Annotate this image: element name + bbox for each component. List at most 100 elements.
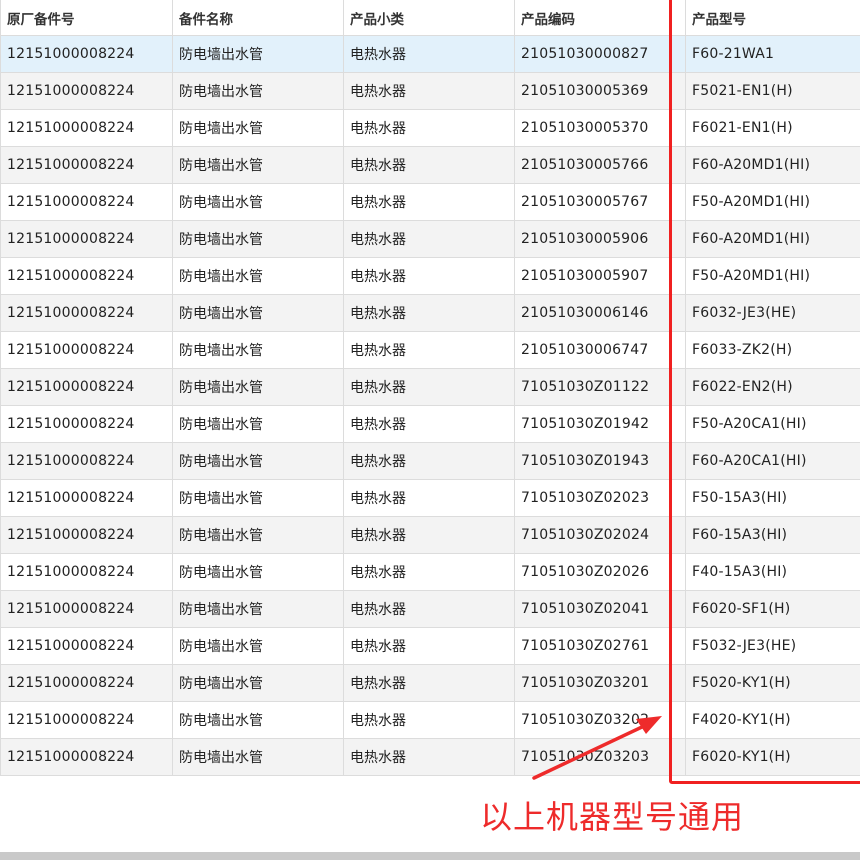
cell-product-code: 21051030005369 (514, 72, 672, 110)
column-gap (671, 183, 686, 221)
table-row[interactable]: 12151000008224 防电墙出水管 电热水器 71051030Z03201 F5… (0, 664, 860, 702)
column-gap (671, 331, 686, 369)
table-row[interactable]: 12151000008224 防电墙出水管 电热水器 71051030Z01943 F6… (0, 442, 860, 480)
column-gap (671, 516, 686, 554)
cell-part-number: 12151000008224 (0, 664, 173, 702)
column-header-part-number[interactable]: 原厂备件号 (0, 0, 173, 36)
cell-product-code: 21051030005766 (514, 146, 672, 184)
cell-product-model: F5020-KY1(H) (685, 664, 860, 702)
column-header-product-model[interactable]: 产品型号 (685, 0, 860, 36)
table-row[interactable]: 12151000008224 防电墙出水管 电热水器 71051030Z03202 F4… (0, 701, 860, 739)
cell-part-name: 防电墙出水管 (172, 331, 344, 369)
annotation-text: 以上机器型号通用 (480, 798, 745, 836)
cell-part-number: 12151000008224 (0, 183, 173, 221)
cell-product-model: F60-A20MD1(HI) (685, 220, 860, 258)
column-header-part-name[interactable]: 备件名称 (172, 0, 344, 36)
cell-product-category: 电热水器 (343, 590, 515, 628)
cell-product-model: F50-A20MD1(HI) (685, 257, 860, 295)
cell-part-number: 12151000008224 (0, 35, 173, 73)
cell-part-number: 12151000008224 (0, 294, 173, 332)
cell-part-name: 防电墙出水管 (172, 183, 344, 221)
table-row[interactable]: 12151000008224 防电墙出水管 电热水器 71051030Z02023 F5… (0, 479, 860, 517)
cell-product-model: F60-21WA1 (685, 35, 860, 73)
column-gap (671, 738, 686, 776)
cell-product-category: 电热水器 (343, 553, 515, 591)
cell-part-number: 12151000008224 (0, 220, 173, 258)
cell-product-code: 71051030Z03202 (514, 701, 672, 739)
column-header-product-category[interactable]: 产品小类 (343, 0, 515, 36)
cell-part-name: 防电墙出水管 (172, 590, 344, 628)
cell-part-number: 12151000008224 (0, 109, 173, 147)
cell-product-category: 电热水器 (343, 479, 515, 517)
cell-product-model: F6020-KY1(H) (685, 738, 860, 776)
table-row[interactable]: 12151000008224 防电墙出水管 电热水器 71051030Z01122 F6… (0, 368, 860, 406)
cell-part-number: 12151000008224 (0, 590, 173, 628)
bottom-scrollbar-track[interactable] (0, 852, 860, 860)
table-row[interactable]: 12151000008224 防电墙出水管 电热水器 71051030Z02026 F4… (0, 553, 860, 591)
table-body: 12151000008224 防电墙出水管 电热水器 21051030000827 F6… (0, 35, 860, 776)
cell-part-number: 12151000008224 (0, 516, 173, 554)
column-gap (671, 294, 686, 332)
cell-part-name: 防电墙出水管 (172, 72, 344, 110)
column-gap (671, 405, 686, 443)
table-row[interactable]: 12151000008224 防电墙出水管 电热水器 71051030Z03203 F6… (0, 738, 860, 776)
cell-part-name: 防电墙出水管 (172, 516, 344, 554)
cell-part-name: 防电墙出水管 (172, 701, 344, 739)
cell-part-number: 12151000008224 (0, 738, 173, 776)
table-row[interactable]: 12151000008224 防电墙出水管 电热水器 21051030006146 F6… (0, 294, 860, 332)
cell-product-category: 电热水器 (343, 405, 515, 443)
cell-product-category: 电热水器 (343, 331, 515, 369)
cell-product-model: F60-A20MD1(HI) (685, 146, 860, 184)
table-row[interactable]: 12151000008224 防电墙出水管 电热水器 71051030Z02041 F6… (0, 590, 860, 628)
table-header-row: 原厂备件号 备件名称 产品小类 产品编码 产品型号 (0, 0, 860, 36)
cell-product-model: F6020-SF1(H) (685, 590, 860, 628)
cell-product-category: 电热水器 (343, 516, 515, 554)
table-row[interactable]: 12151000008224 防电墙出水管 电热水器 21051030005370 F6… (0, 109, 860, 147)
cell-product-model: F60-15A3(HI) (685, 516, 860, 554)
cell-product-model: F60-A20CA1(HI) (685, 442, 860, 480)
column-gap (671, 479, 686, 517)
table-row[interactable]: 12151000008224 防电墙出水管 电热水器 71051030Z01942 F5… (0, 405, 860, 443)
cell-product-model: F50-15A3(HI) (685, 479, 860, 517)
column-gap (671, 72, 686, 110)
cell-part-name: 防电墙出水管 (172, 442, 344, 480)
table-row[interactable]: 12151000008224 防电墙出水管 电热水器 21051030005906 F6… (0, 220, 860, 258)
cell-part-number: 12151000008224 (0, 701, 173, 739)
table-row[interactable]: 12151000008224 防电墙出水管 电热水器 21051030005766 F6… (0, 146, 860, 184)
cell-product-model: F5032-JE3(HE) (685, 627, 860, 665)
cell-part-name: 防电墙出水管 (172, 146, 344, 184)
table-row[interactable]: 12151000008224 防电墙出水管 电热水器 21051030005907 F5… (0, 257, 860, 295)
table-row[interactable]: 12151000008224 防电墙出水管 电热水器 71051030Z02761 F5… (0, 627, 860, 665)
table-row[interactable]: 12151000008224 防电墙出水管 电热水器 21051030006747 F6… (0, 331, 860, 369)
cell-product-code: 71051030Z01943 (514, 442, 672, 480)
cell-product-model: F4020-KY1(H) (685, 701, 860, 739)
column-gap (671, 257, 686, 295)
column-gap (671, 701, 686, 739)
table-row[interactable]: 12151000008224 防电墙出水管 电热水器 21051030000827 F6… (0, 35, 860, 73)
cell-product-code: 21051030006747 (514, 331, 672, 369)
cell-product-code: 21051030005907 (514, 257, 672, 295)
cell-product-code: 71051030Z01122 (514, 368, 672, 406)
cell-product-category: 电热水器 (343, 738, 515, 776)
cell-product-category: 电热水器 (343, 146, 515, 184)
cell-product-model: F6022-EN2(H) (685, 368, 860, 406)
cell-product-code: 71051030Z02023 (514, 479, 672, 517)
table-row[interactable]: 12151000008224 防电墙出水管 电热水器 21051030005767 F5… (0, 183, 860, 221)
cell-product-category: 电热水器 (343, 220, 515, 258)
column-gap (671, 368, 686, 406)
cell-product-model: F6021-EN1(H) (685, 109, 860, 147)
column-gap (671, 590, 686, 628)
cell-part-number: 12151000008224 (0, 257, 173, 295)
column-header-product-code[interactable]: 产品编码 (514, 0, 672, 36)
cell-part-name: 防电墙出水管 (172, 664, 344, 702)
cell-product-model: F40-15A3(HI) (685, 553, 860, 591)
cell-product-model: F50-A20MD1(HI) (685, 183, 860, 221)
table-row[interactable]: 12151000008224 防电墙出水管 电热水器 71051030Z02024 F6… (0, 516, 860, 554)
table-row[interactable]: 12151000008224 防电墙出水管 电热水器 21051030005369 F5… (0, 72, 860, 110)
cell-product-model: F50-A20CA1(HI) (685, 405, 860, 443)
cell-product-category: 电热水器 (343, 109, 515, 147)
cell-product-category: 电热水器 (343, 35, 515, 73)
column-gap (671, 0, 686, 36)
cell-product-code: 21051030005370 (514, 109, 672, 147)
cell-product-code: 71051030Z01942 (514, 405, 672, 443)
